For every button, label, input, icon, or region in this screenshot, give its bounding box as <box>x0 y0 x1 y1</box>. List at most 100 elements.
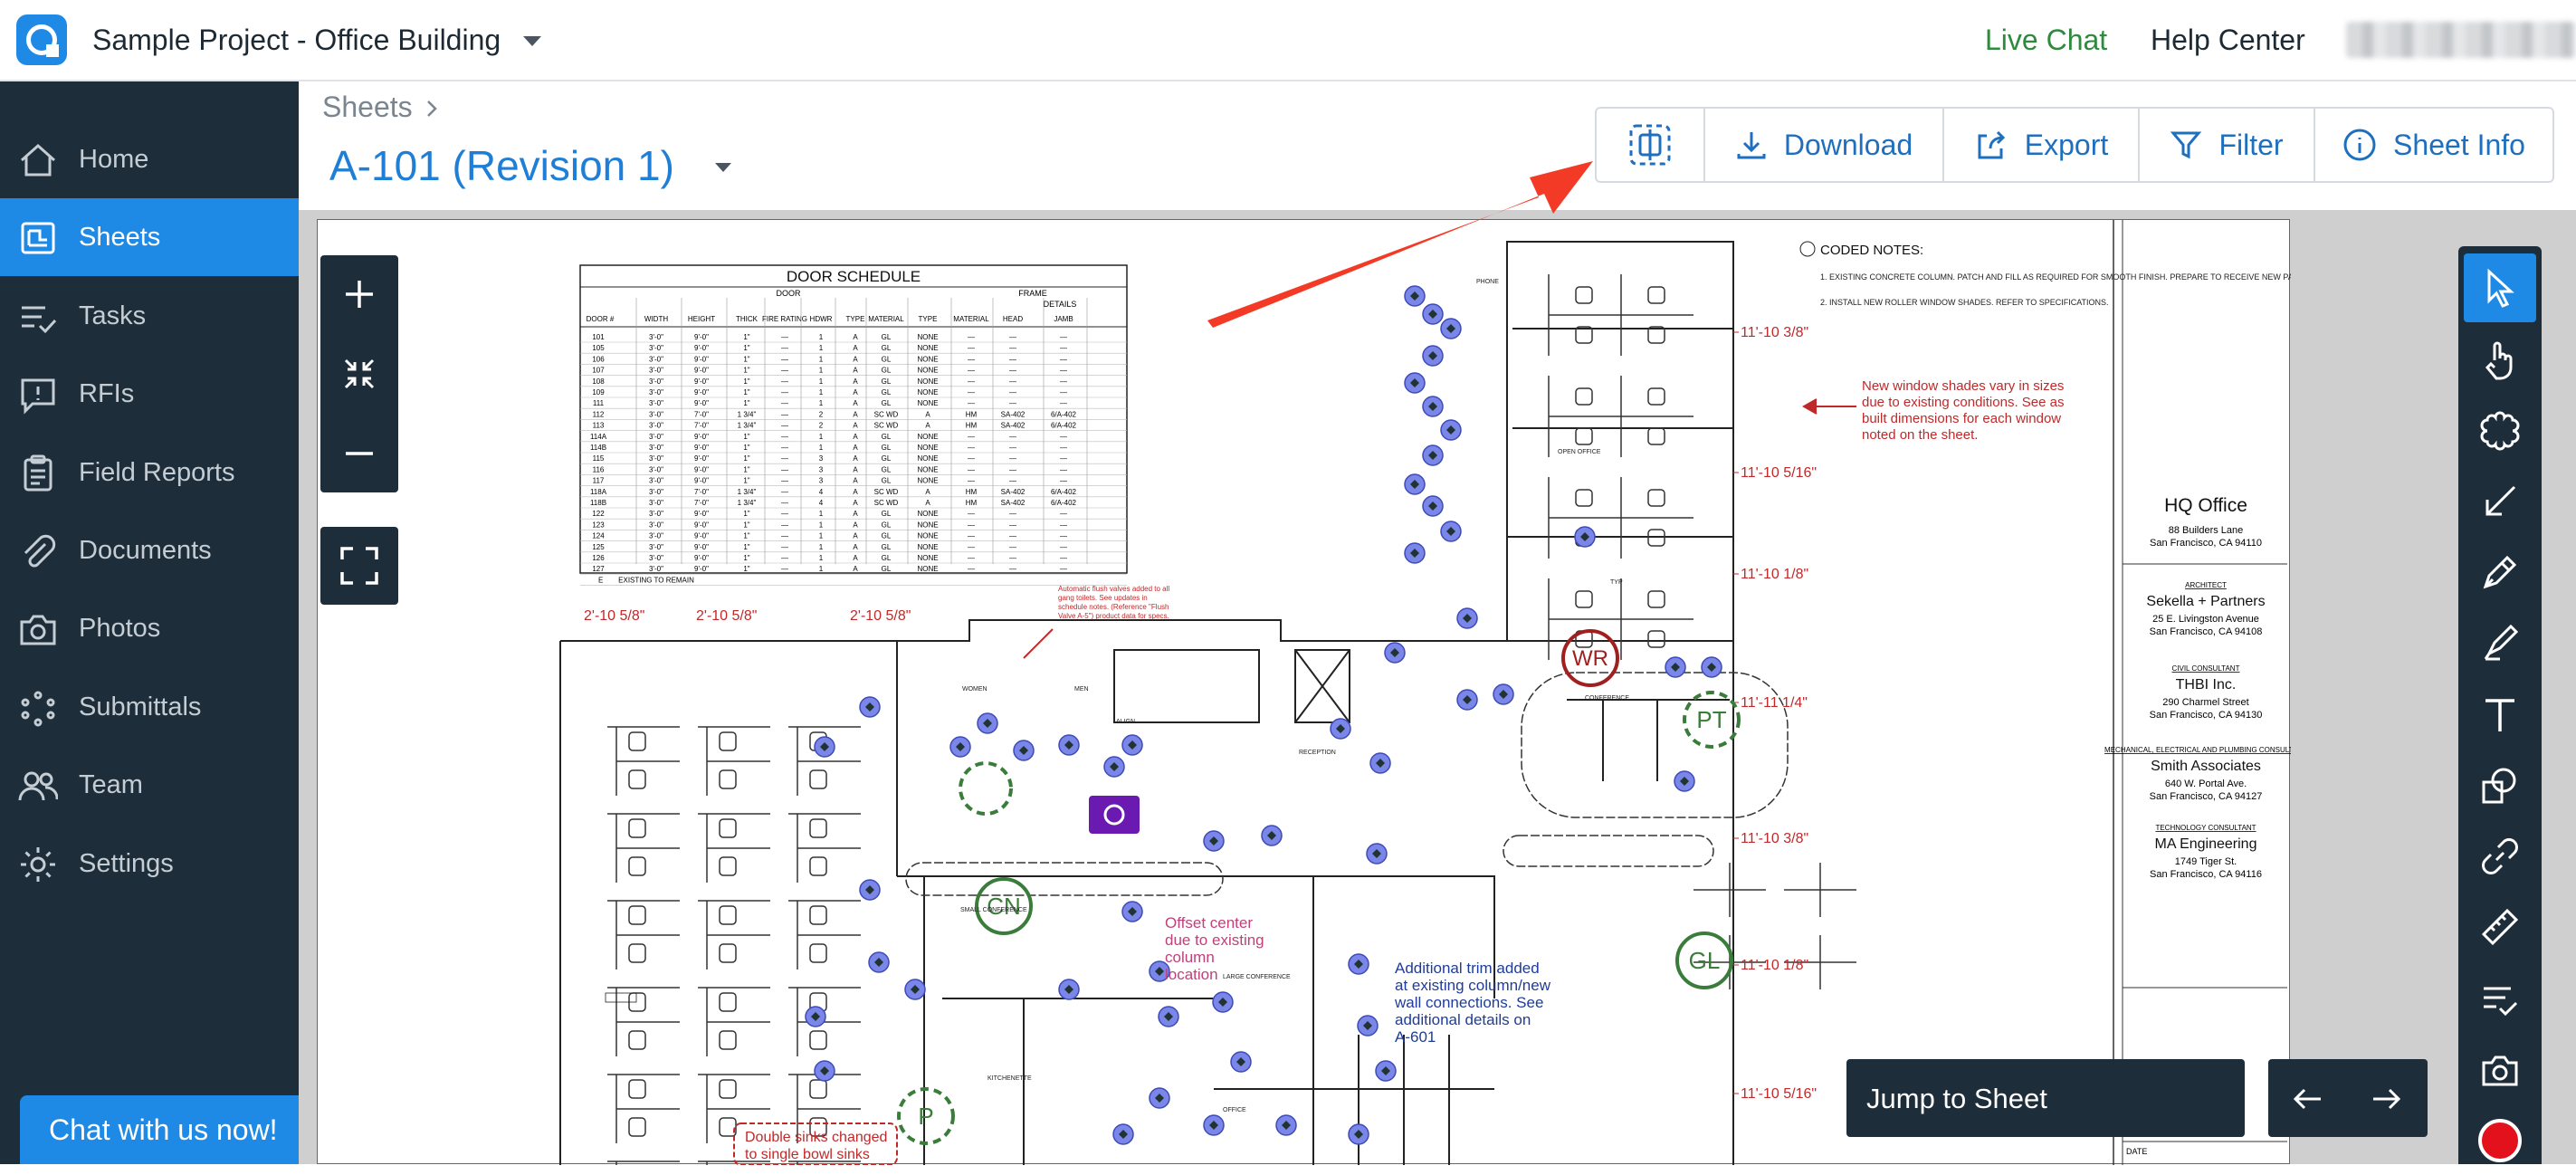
schedule-cell: — <box>968 377 975 386</box>
schedule-cell: 118A <box>590 488 607 496</box>
sidebar-item-team[interactable]: Team <box>0 746 299 824</box>
sidebar-item-home[interactable]: Home <box>0 120 299 198</box>
schedule-cell: 3'-0" <box>649 422 663 430</box>
schedule-cell: — <box>1060 367 1067 375</box>
schedule-column-header: TYPE <box>919 315 938 323</box>
zoom-in-button[interactable] <box>320 255 398 333</box>
schedule-cell: SA-402 <box>1001 499 1026 507</box>
schedule-cell: — <box>1009 565 1016 573</box>
arrow-left-icon[interactable] <box>2288 1079 2328 1119</box>
schedule-column-header: FIRE RATING <box>762 315 807 323</box>
highlighter-tool-button[interactable] <box>2464 608 2536 677</box>
sidebar-item-tasks[interactable]: Tasks <box>0 277 299 355</box>
schedule-cell: GL <box>882 477 892 485</box>
breadcrumb[interactable]: Sheets <box>322 91 413 124</box>
fullscreen-button[interactable] <box>320 527 398 605</box>
sidebar-item-label: Submittals <box>79 693 202 721</box>
drawing-sheet[interactable]: HQ Office 88 Builders Lane San Francisco, … <box>317 219 2308 1175</box>
sidebar-item-photos[interactable]: Photos <box>0 589 299 667</box>
sidebar-item-field-reports[interactable]: Field Reports <box>0 434 299 511</box>
highlighter-icon <box>2484 624 2519 661</box>
sheet-title[interactable]: A-101 (Revision 1) <box>329 141 674 190</box>
measure-tool-button[interactable] <box>2464 893 2536 961</box>
schedule-cell: NONE <box>917 532 938 540</box>
schedule-cell: 1" <box>743 433 749 441</box>
photo-tool-button[interactable] <box>2464 1036 2536 1104</box>
workstation <box>607 1074 680 1143</box>
cloud-tool-button[interactable] <box>2464 396 2536 465</box>
schedule-cell: A <box>925 422 930 430</box>
color-picker-button[interactable] <box>2464 1106 2536 1175</box>
sidebar-item-rfis[interactable]: RFIs <box>0 355 299 433</box>
schedule-cell: — <box>781 454 788 463</box>
schedule-cell: 1 <box>819 444 824 452</box>
shapes-tool-button[interactable] <box>2464 751 2536 820</box>
download-button[interactable]: Download <box>1705 109 1944 181</box>
schedule-cell: 9'-0" <box>694 543 709 551</box>
tb-firm-role: MECHANICAL, ELECTRICAL AND PLUMBING CONS… <box>2104 746 2291 754</box>
photo-marker <box>1089 796 1140 834</box>
workstation <box>1693 863 1766 917</box>
schedule-cell: 1 3/4" <box>738 422 757 430</box>
chair <box>719 769 737 789</box>
chevron-down-icon[interactable] <box>523 36 541 46</box>
compare-sheets-icon <box>1629 124 1671 166</box>
schedule-cell: — <box>1060 510 1067 518</box>
schedule-cell: — <box>1009 521 1016 529</box>
sidebar-item-settings[interactable]: Settings <box>0 825 299 903</box>
schedule-cell: — <box>781 510 788 518</box>
text-tool-button[interactable] <box>2464 681 2536 750</box>
sidebar-item-submittals[interactable]: Submittals <box>0 668 299 746</box>
jump-to-sheet-label: Jump to Sheet <box>1866 1083 2047 1114</box>
select-tool-button[interactable] <box>2464 253 2536 322</box>
zoom-out-button[interactable] <box>320 415 398 492</box>
fit-page-button[interactable] <box>320 335 398 413</box>
chair <box>719 1030 737 1050</box>
schedule-cell: 3'-0" <box>649 521 663 529</box>
schedule-cell: 114B <box>590 444 606 452</box>
chair <box>719 992 737 1012</box>
schedule-cell: 3'-0" <box>649 333 663 341</box>
live-chat-link[interactable]: Live Chat <box>1985 24 2107 57</box>
schedule-cell: 109 <box>592 388 605 396</box>
export-button[interactable]: Export <box>1944 109 2140 181</box>
sinks-note-line: Double sinks changed <box>745 1130 887 1145</box>
app-logo-icon[interactable] <box>16 14 67 65</box>
tb-firm-address: 290 Charmel Street <box>2162 697 2248 708</box>
arrow-tool-button[interactable] <box>2464 467 2536 536</box>
pan-tool-button[interactable] <box>2464 326 2536 395</box>
sheet-viewer[interactable]: HQ Office 88 Builders Lane San Francisco, … <box>299 210 2576 1175</box>
schedule-cell: 9'-0" <box>694 433 709 441</box>
workstation <box>698 726 770 796</box>
schedule-cell: 6/A-402 <box>1051 499 1077 507</box>
sidebar-item-sheets[interactable]: Sheets <box>0 198 299 276</box>
workstation <box>607 726 680 796</box>
chair <box>628 905 646 925</box>
user-account-menu[interactable] <box>2346 22 2576 58</box>
door-schedule-title: DOOR SCHEDULE <box>787 268 921 285</box>
schedule-cell: A <box>853 565 858 573</box>
tb-firm-name: Smith Associates <box>2151 759 2261 774</box>
compare-button[interactable] <box>1597 109 1705 181</box>
filter-button[interactable]: Filter <box>2140 109 2315 181</box>
schedule-cell: — <box>968 444 975 452</box>
jump-to-sheet-input[interactable]: Jump to Sheet <box>1846 1059 2245 1137</box>
sheet-info-button[interactable]: Sheet Info <box>2315 109 2552 181</box>
chevron-down-icon[interactable] <box>715 163 731 172</box>
task-tool-button[interactable] <box>2464 965 2536 1034</box>
schedule-cell: 1 3/4" <box>738 499 757 507</box>
cloud-shape-icon <box>2480 411 2520 451</box>
pen-tool-button[interactable] <box>2464 538 2536 607</box>
tb-date-label: DATE <box>2126 1147 2147 1156</box>
tb-firm-name: MA Engineering <box>2155 836 2257 852</box>
clipboard-icon <box>24 454 52 492</box>
arrow-right-icon[interactable] <box>2366 1079 2406 1119</box>
floor-plan-drawing[interactable]: HQ Office 88 Builders Lane San Francisco, … <box>318 220 2308 1175</box>
room-label: WOMEN <box>962 686 987 693</box>
flush-note-line: schedule notes. (Reference "Flush <box>1058 603 1169 611</box>
link-tool-button[interactable] <box>2464 822 2536 891</box>
workstation <box>1784 863 1856 917</box>
sidebar-item-documents[interactable]: Documents <box>0 511 299 589</box>
project-selector[interactable]: Sample Project - Office Building <box>92 24 501 57</box>
help-center-link[interactable]: Help Center <box>2151 24 2305 57</box>
